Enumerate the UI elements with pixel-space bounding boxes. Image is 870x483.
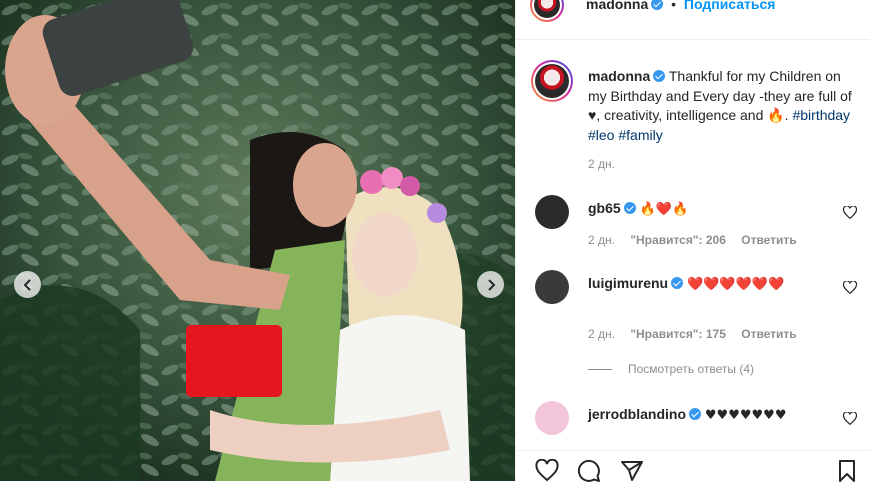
header-author: madonna • Подписаться bbox=[586, 0, 775, 12]
view-replies-button[interactable]: Посмотреть ответы (4) bbox=[588, 362, 754, 376]
comment-likes-count[interactable]: "Нравится": 175 bbox=[630, 327, 726, 341]
comment-text: 🔥❤️🔥 bbox=[639, 202, 689, 217]
heart-icon[interactable] bbox=[843, 206, 857, 219]
follow-button[interactable]: Подписаться bbox=[684, 0, 776, 12]
separator-dot: • bbox=[671, 0, 677, 12]
replies-divider bbox=[588, 369, 612, 371]
verified-badge-icon bbox=[671, 277, 684, 289]
author-avatar[interactable] bbox=[530, 0, 564, 22]
caption-timestamp[interactable]: 2 дн. bbox=[588, 157, 615, 171]
post-photo[interactable] bbox=[0, 0, 515, 481]
chevron-right-icon bbox=[487, 278, 495, 291]
comment-timestamp[interactable]: 2 дн. bbox=[588, 327, 615, 341]
verified-badge-icon bbox=[623, 202, 636, 214]
author-username[interactable]: madonna bbox=[586, 0, 648, 12]
caption-text-block: madonna Thankful for my Children on my B… bbox=[588, 67, 860, 145]
next-photo-button[interactable] bbox=[477, 271, 504, 298]
reply-button[interactable]: Ответить bbox=[741, 233, 796, 247]
hashtag-link[interactable]: #leo bbox=[588, 127, 614, 143]
photo-image bbox=[0, 0, 515, 481]
hashtag-link[interactable]: #family bbox=[618, 127, 662, 143]
comment-icon[interactable] bbox=[577, 459, 601, 483]
previous-photo-button[interactable] bbox=[14, 271, 41, 298]
share-icon[interactable] bbox=[620, 459, 644, 483]
caption-author-avatar[interactable] bbox=[531, 60, 573, 102]
reply-button[interactable]: Ответить bbox=[741, 327, 796, 341]
verified-badge-icon bbox=[653, 70, 666, 82]
hashtag-link[interactable]: #birthday bbox=[792, 107, 850, 123]
comment-timestamp[interactable]: 2 дн. bbox=[588, 233, 615, 247]
commenter-avatar[interactable] bbox=[535, 401, 569, 435]
comment-text-block: luigimurenu ❤️❤️❤️❤️❤️❤️ bbox=[588, 274, 803, 294]
verified-badge-icon bbox=[689, 408, 701, 420]
comment-text-block: jerrodblandino ♥♥♥♥♥♥♥ bbox=[588, 405, 803, 425]
commenter-username[interactable]: jerrodblandino bbox=[588, 406, 686, 422]
post-actions-bar bbox=[516, 450, 870, 483]
heart-icon[interactable] bbox=[535, 459, 559, 483]
verified-badge-icon bbox=[651, 0, 664, 10]
heart-icon[interactable] bbox=[843, 412, 857, 425]
heart-icon[interactable] bbox=[843, 281, 857, 294]
commenter-avatar[interactable] bbox=[535, 270, 569, 304]
bookmark-icon[interactable] bbox=[835, 459, 859, 483]
commenter-avatar[interactable] bbox=[535, 195, 569, 229]
commenter-username[interactable]: gb65 bbox=[588, 200, 621, 216]
comment-text: ♥♥♥♥♥♥♥ bbox=[704, 408, 787, 423]
chevron-left-icon bbox=[23, 278, 31, 291]
post-details-panel: madonna • Подписаться madonna Thankful f… bbox=[515, 0, 870, 483]
view-replies-label: Посмотреть ответы (4) bbox=[628, 362, 755, 376]
caption-author-username[interactable]: madonna bbox=[588, 68, 650, 84]
comment-text: ❤️❤️❤️❤️❤️❤️ bbox=[687, 277, 785, 292]
comment-likes-count[interactable]: "Нравится": 206 bbox=[630, 233, 726, 247]
commenter-username[interactable]: luigimurenu bbox=[588, 275, 668, 291]
comment-meta: 2 дн. "Нравится": 175 Ответить bbox=[588, 327, 809, 341]
comment-meta: 2 дн. "Нравится": 206 Ответить bbox=[588, 233, 809, 247]
comment-text-block: gb65 🔥❤️🔥 bbox=[588, 199, 803, 219]
post-header: madonna • Подписаться bbox=[516, 0, 870, 40]
